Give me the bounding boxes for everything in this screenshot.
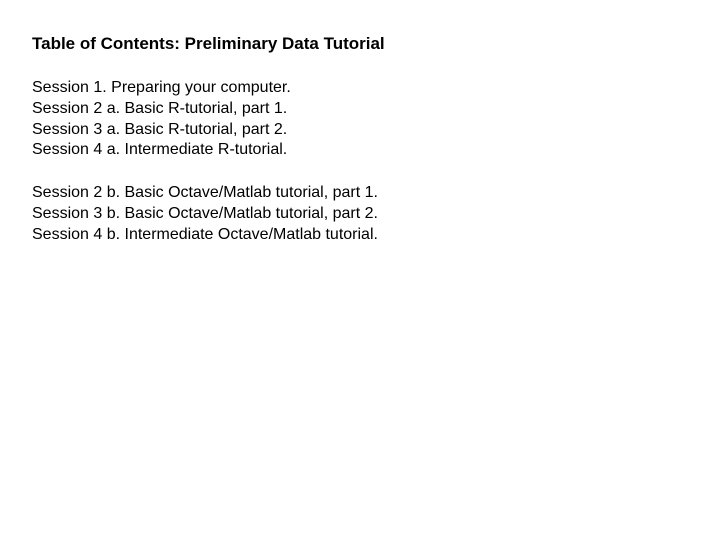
toc-entry: Session 3 a. Basic R-tutorial, part 2. bbox=[32, 120, 720, 141]
toc-group-a: Session 1. Preparing your computer. Sess… bbox=[32, 78, 720, 161]
toc-entry: Session 4 b. Intermediate Octave/Matlab … bbox=[32, 225, 720, 246]
toc-group-b: Session 2 b. Basic Octave/Matlab tutoria… bbox=[32, 183, 720, 245]
toc-entry: Session 2 a. Basic R-tutorial, part 1. bbox=[32, 99, 720, 120]
document-page: Table of Contents: Preliminary Data Tuto… bbox=[0, 0, 720, 246]
page-title: Table of Contents: Preliminary Data Tuto… bbox=[32, 34, 720, 54]
toc-entry: Session 2 b. Basic Octave/Matlab tutoria… bbox=[32, 183, 720, 204]
toc-entry: Session 4 a. Intermediate R-tutorial. bbox=[32, 140, 720, 161]
toc-entry: Session 3 b. Basic Octave/Matlab tutoria… bbox=[32, 204, 720, 225]
toc-entry: Session 1. Preparing your computer. bbox=[32, 78, 720, 99]
